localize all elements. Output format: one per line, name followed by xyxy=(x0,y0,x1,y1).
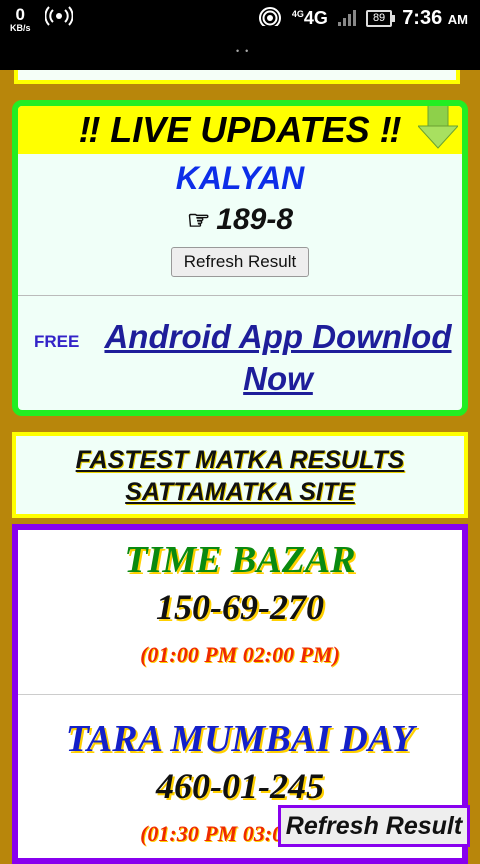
live-updates-header: ‼ LIVE UPDATES ‼ xyxy=(18,106,462,154)
app-download-row: FREE Android App Downlod Now xyxy=(18,296,462,397)
android-app-download-link[interactable]: Android App Downlod Now xyxy=(104,316,452,400)
signal-icon xyxy=(337,10,356,26)
network-speed: 0 KB/s xyxy=(10,6,31,33)
fastest-line-2: SATTAMATKA SITE xyxy=(125,478,355,506)
live-updates-card: ‼ LIVE UPDATES ‼ KALYAN ☞ 189-8 Refresh R… xyxy=(12,100,468,416)
speed-unit: KB/s xyxy=(10,23,31,33)
market-time: (01:00 PM 02:00 PM) xyxy=(140,642,340,667)
fastest-line-1: FASTEST MATKA RESULTS xyxy=(75,446,405,474)
live-result-value: 189-8 xyxy=(216,203,294,236)
status-right: 4G4G 89 7:36 AM xyxy=(258,6,468,30)
free-label: FREE xyxy=(34,332,80,351)
speed-value: 0 xyxy=(15,5,25,24)
hand-pointer-icon: ☞ xyxy=(186,205,211,235)
live-market-name: KALYAN xyxy=(175,160,305,196)
down-arrow-icon[interactable] xyxy=(418,104,458,150)
status-left: 0 KB/s xyxy=(10,6,74,33)
market-item: TIME BAZAR 150-69-270 (01:00 PM 02:00 PM… xyxy=(18,530,462,668)
market-result: 460-01-245 xyxy=(156,766,324,806)
clock: 7:36 AM xyxy=(402,6,468,29)
floating-refresh-button[interactable]: Refresh Result xyxy=(278,805,470,847)
battery-icon: 89 xyxy=(365,9,396,27)
market-name: TIME BAZAR xyxy=(124,539,356,581)
fastest-results-banner: FASTEST MATKA RESULTS SATTAMATKA SITE xyxy=(12,432,468,518)
wifi-icon xyxy=(258,6,282,30)
live-market-result: ☞ 189-8 xyxy=(18,203,462,237)
market-result: 150-69-270 xyxy=(156,587,324,627)
market-name: TARA MUMBAI DAY xyxy=(65,718,415,760)
network-type: 4G4G xyxy=(291,7,328,28)
status-bar: 0 KB/s 4G4G 89 7:36 AM •• xyxy=(0,0,480,70)
wifi-hotspot-icon xyxy=(43,6,74,31)
top-banner-edge xyxy=(14,70,460,84)
page-indicator: •• xyxy=(236,46,255,56)
refresh-result-button[interactable]: Refresh Result xyxy=(170,247,310,277)
fastest-banner-text: FASTEST MATKA RESULTS SATTAMATKA SITE xyxy=(16,444,464,508)
